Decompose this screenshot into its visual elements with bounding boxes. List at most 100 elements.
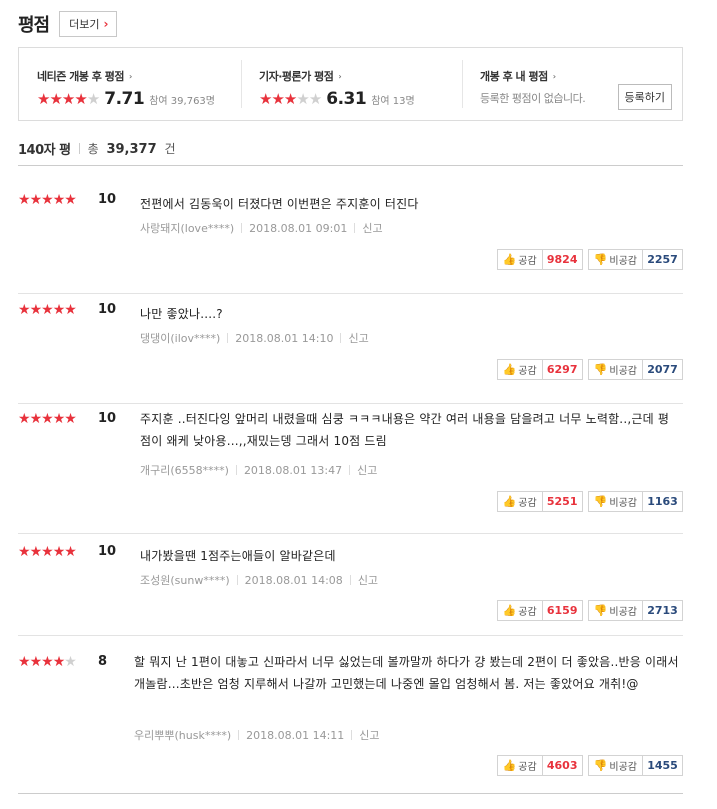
review-score: 8 — [98, 654, 108, 669]
review-text: 내가봤을땐 1점주는애들이 알바같은데 — [140, 549, 336, 563]
arrow-right-icon: › — [552, 71, 556, 81]
like-button[interactable]: 👍 공감 — [496, 600, 543, 621]
review-meta: 개구리(6558****) 2018.08.01 13:47 신고 — [140, 462, 377, 478]
review-text: 나만 좋았나....? — [140, 307, 223, 321]
review-count: 140자 평 총 39,377 건 — [18, 139, 176, 158]
divider — [78, 143, 80, 154]
dislike-count: 2713 — [643, 600, 683, 621]
divider — [18, 165, 683, 166]
thumbs-down-icon: 👎 — [593, 604, 608, 617]
review-author[interactable]: 댕댕이(ilov****) — [140, 330, 220, 346]
my-rating: 개봉 후 내 평점 › 등록한 평점이 없습니다. 등록하기 — [462, 48, 682, 120]
star-icon: ★ — [41, 544, 54, 560]
star-icon: ★ — [271, 90, 284, 108]
like-button[interactable]: 👍 공감 — [496, 359, 543, 380]
review-date: 2018.08.01 13:47 — [243, 463, 343, 477]
review-score: 10 — [98, 192, 117, 207]
thumbs-down-icon: 👎 — [593, 759, 608, 772]
review-author[interactable]: 우리뿌뿌(husk****) — [134, 727, 231, 743]
review-item: ★ ★ ★ ★ ★ 10 전편에서 김동욱이 터졌다면 이번편은 주지훈이 터진다 사랑… — [18, 192, 683, 294]
star-icon: ★ — [52, 411, 66, 427]
critic-score: 6.31 — [326, 89, 367, 109]
dislike-count: 1455 — [643, 755, 683, 776]
review-text: 주지훈 ..터진다잉 앞머리 내렸을때 심쿵 ㅋㅋㅋ내용은 약간 여러 내용을 … — [140, 412, 670, 448]
report-link[interactable]: 신고 — [348, 330, 368, 346]
page-title: 평점 — [18, 15, 50, 36]
star-icon: ★ — [41, 411, 54, 427]
star-icon: ★ — [64, 544, 77, 560]
review-meta: 사랑돼지(love****) 2018.08.01 09:01 신고 — [140, 220, 383, 236]
dislike-label: 비공감 — [609, 607, 637, 618]
dislike-button[interactable]: 👎 비공감 — [587, 249, 643, 270]
like-button[interactable]: 👍 공감 — [496, 491, 543, 512]
thumbs-up-icon: 👍 — [502, 363, 517, 376]
dislike-count: 2077 — [643, 359, 683, 380]
dislike-label: 비공감 — [609, 498, 637, 509]
star-icon: ★ — [64, 302, 77, 318]
chevron-right-icon: › — [103, 17, 109, 31]
review-meta: 조성원(sunw****) 2018.08.01 14:08 신고 — [140, 572, 378, 588]
review-date: 2018.08.01 14:11 — [246, 728, 345, 742]
review-total: 총 39,377 건 — [88, 140, 176, 157]
review-score: 10 — [98, 302, 117, 317]
review-stars: ★ ★ ★ ★ ★ — [18, 302, 77, 318]
review-stars: ★ ★ ★ ★ ★ — [18, 192, 77, 208]
review-author[interactable]: 개구리(6558****) — [140, 462, 229, 478]
thumbs-up-icon: 👍 — [502, 604, 517, 617]
review-author[interactable]: 사랑돼지(love****) — [140, 220, 234, 236]
more-button-label: 더보기 — [69, 18, 100, 31]
review-item: ★ ★ ★ ★ ★ 10 나만 좋았나....? 댕댕이(ilov****) 2018.… — [18, 302, 683, 404]
star-icon: ★ — [52, 302, 66, 318]
star-icon: ★ — [18, 654, 31, 670]
critic-rating: 기자·평론가 평점 › ★ ★ ★ ★ ★ 6.31 참여 13명 — [241, 48, 462, 120]
report-link[interactable]: 신고 — [358, 572, 378, 588]
star-icon: ★ — [29, 192, 43, 208]
critic-rating-link[interactable]: 기자·평론가 평점 › — [259, 68, 462, 84]
vote-group: 👍 공감 6297 👎 비공감 2077 — [496, 359, 683, 380]
report-link[interactable]: 신고 — [357, 462, 377, 478]
star-icon: ★ — [86, 90, 100, 108]
vote-group: 👍 공감 9824 👎 비공감 2257 — [496, 249, 683, 270]
dislike-button[interactable]: 👎 비공감 — [587, 359, 643, 380]
star-icon: ★ — [296, 90, 309, 108]
dislike-label: 비공감 — [609, 256, 637, 267]
review-item: ★ ★ ★ ★ ★ 8 할 뭐지 난 1편이 대놓고 신파라서 너무 싫었는데 볼까말까… — [18, 654, 683, 793]
register-rating-button[interactable]: 등록하기 — [617, 84, 672, 110]
like-label: 공감 — [518, 366, 537, 377]
dislike-button[interactable]: 👎 비공감 — [587, 600, 643, 621]
like-label: 공감 — [518, 498, 537, 509]
netizen-rating: 네티즌 개봉 후 평점 › ★ ★ ★ ★ ★ 7.71 참여 39,763명 — [19, 48, 241, 120]
total-suffix: 건 — [164, 142, 176, 156]
like-button[interactable]: 👍 공감 — [496, 249, 543, 270]
dislike-button[interactable]: 👎 비공감 — [587, 755, 643, 776]
dislike-count: 2257 — [643, 249, 683, 270]
review-author[interactable]: 조성원(sunw****) — [140, 572, 230, 588]
star-icon: ★ — [18, 544, 31, 560]
like-count: 9824 — [542, 249, 583, 270]
review-stars: ★ ★ ★ ★ ★ — [18, 544, 77, 560]
thumbs-up-icon: 👍 — [502, 495, 517, 508]
total-count: 39,377 — [106, 142, 157, 157]
like-label: 공감 — [518, 607, 537, 618]
star-icon: ★ — [41, 192, 54, 208]
review-date: 2018.08.01 14:08 — [244, 573, 343, 587]
star-icon: ★ — [64, 411, 77, 427]
report-link[interactable]: 신고 — [359, 727, 379, 743]
netizen-rating-link[interactable]: 네티즌 개봉 후 평점 › — [37, 68, 241, 84]
star-icon: ★ — [41, 302, 54, 318]
more-button[interactable]: 더보기 › — [59, 11, 118, 37]
report-link[interactable]: 신고 — [362, 220, 382, 236]
like-button[interactable]: 👍 공감 — [496, 755, 543, 776]
critic-participants: 참여 13명 — [371, 96, 415, 107]
thumbs-up-icon: 👍 — [502, 253, 517, 266]
review-section-label: 140자 평 — [18, 143, 71, 158]
star-icon: ★ — [52, 654, 66, 670]
review-item: ★ ★ ★ ★ ★ 10 내가봤을땐 1점주는애들이 알바같은데 조성원(sunw***… — [18, 544, 683, 636]
star-icon: ★ — [41, 654, 54, 670]
review-score: 10 — [98, 411, 117, 426]
my-rating-link[interactable]: 개봉 후 내 평점 › — [480, 68, 682, 84]
review-date: 2018.08.01 14:10 — [235, 331, 334, 345]
divider — [18, 793, 683, 794]
star-icon: ★ — [64, 192, 77, 208]
dislike-button[interactable]: 👎 비공감 — [587, 491, 643, 512]
